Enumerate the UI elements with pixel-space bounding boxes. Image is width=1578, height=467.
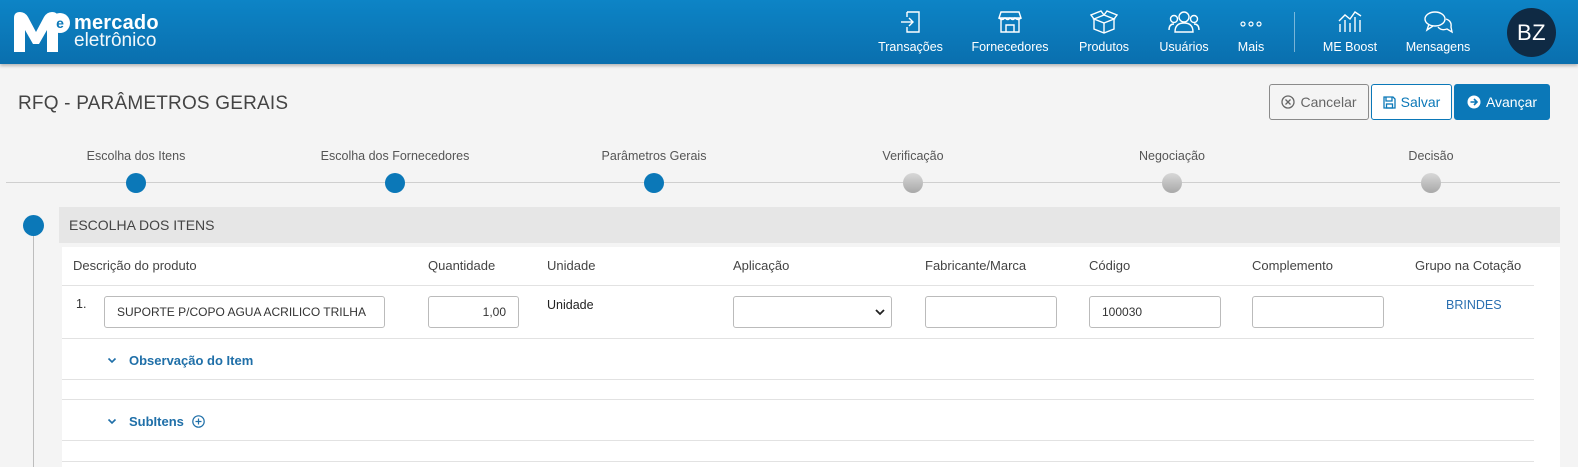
stepper-track [6, 182, 1560, 183]
col-header-quantidade: Quantidade [428, 258, 496, 273]
svg-text:e: e [56, 15, 64, 31]
section-title: ESCOLHA DOS ITENS [69, 217, 215, 233]
chevron-down-icon [107, 418, 117, 425]
logo-wordmark: mercado eletrônico [74, 13, 159, 51]
save-button[interactable]: Salvar [1371, 84, 1452, 120]
complement-input[interactable] [1252, 296, 1384, 328]
code-input[interactable]: 100030 [1089, 296, 1221, 328]
chevron-down-icon [107, 357, 117, 364]
nav-label: Transações [878, 40, 943, 54]
nav-mensagens[interactable]: Mensagens [1404, 0, 1472, 64]
nav-label: Mais [1237, 40, 1265, 54]
application-select[interactable] [733, 296, 892, 328]
step-dot-negociacao[interactable] [1162, 173, 1182, 193]
col-header-aplicacao: Aplicação [733, 258, 790, 273]
add-circle-icon[interactable] [192, 415, 205, 428]
step-label-escolha-fornecedores: Escolha dos Fornecedores [320, 149, 470, 163]
save-label: Salvar [1400, 94, 1441, 110]
nav-label: Fornecedores [971, 40, 1049, 54]
nav-transacoes[interactable]: Transações [878, 0, 943, 64]
observation-toggle[interactable]: Observação do Item [107, 353, 253, 368]
section-timeline-line [33, 225, 34, 467]
cancel-circle-icon [1281, 95, 1296, 109]
advance-button[interactable]: Avançar [1454, 84, 1550, 120]
nav-produtos[interactable]: Produtos [1075, 0, 1133, 64]
logo-mark-icon: e [12, 10, 70, 54]
step-dot-escolha-itens[interactable] [126, 173, 146, 193]
box-icon [1090, 10, 1118, 34]
step-label-escolha-itens: Escolha dos Itens [86, 149, 186, 163]
step-dot-parametros-gerais[interactable] [644, 173, 664, 193]
step-dot-decisao[interactable] [1421, 173, 1441, 193]
more-icon [1240, 21, 1262, 27]
quantity-input[interactable]: 1,00 [428, 296, 519, 328]
users-icon [1168, 11, 1200, 33]
col-header-unidade: Unidade [547, 258, 596, 273]
advance-label: Avançar [1485, 94, 1538, 110]
arrow-right-circle-icon [1467, 95, 1481, 109]
nav-usuarios[interactable]: Usuários [1155, 0, 1213, 64]
col-header-grupo: Grupo na Cotação [1415, 258, 1522, 273]
nav-mais[interactable]: Mais [1234, 0, 1268, 64]
item-row-divider [62, 338, 1534, 339]
nav-label: Produtos [1078, 40, 1130, 54]
step-dot-escolha-fornecedores[interactable] [385, 173, 405, 193]
page-title: RFQ - PARÂMETROS GERAIS [18, 93, 289, 114]
col-header-complemento: Complemento [1252, 258, 1333, 273]
mercado-eletronico-logo[interactable]: e mercado eletrônico [12, 10, 159, 54]
step-label-negociacao: Negociação [1138, 149, 1206, 163]
item-number: 1. [76, 297, 87, 311]
col-header-codigo: Código [1089, 258, 1131, 273]
items-table-panel [62, 247, 1560, 467]
transactions-icon [900, 11, 920, 33]
store-icon [998, 11, 1022, 33]
step-label-decisao: Decisão [1408, 149, 1454, 163]
col-header-fabricante: Fabricante/Marca [925, 258, 1027, 273]
nav-label: Mensagens [1405, 40, 1471, 54]
subitems-top-divider [62, 399, 1534, 400]
nav-fornecedores[interactable]: Fornecedores [970, 0, 1050, 64]
top-navigation-bar: e mercado eletrônico Transações Forneced… [0, 0, 1578, 64]
nav-label: Usuários [1159, 40, 1209, 54]
cancel-button[interactable]: Cancelar [1269, 84, 1369, 120]
step-label-parametros-gerais: Parâmetros Gerais [601, 149, 707, 163]
description-input[interactable]: SUPORTE P/COPO AGUA ACRILICO TRILHA [104, 296, 385, 328]
subitems-divider [62, 440, 1534, 441]
bottom-divider [62, 461, 1534, 462]
observation-divider [62, 379, 1534, 380]
unit-value: Unidade [547, 298, 594, 312]
user-avatar[interactable]: BZ [1507, 8, 1556, 57]
step-dot-verificacao[interactable] [903, 173, 923, 193]
floppy-disk-icon [1383, 95, 1396, 109]
subitems-label: SubItens [129, 414, 184, 429]
chart-icon [1338, 11, 1362, 32]
table-header-divider [62, 285, 1534, 286]
cancel-label: Cancelar [1300, 94, 1357, 110]
logo-line2: eletrônico [74, 30, 157, 51]
section-timeline-dot [23, 215, 44, 236]
group-link[interactable]: BRINDES [1446, 298, 1502, 312]
observation-label: Observação do Item [129, 353, 254, 368]
nav-divider [1294, 12, 1295, 52]
manufacturer-input[interactable] [925, 296, 1057, 328]
section-header: ESCOLHA DOS ITENS [59, 207, 1560, 243]
nav-me-boost[interactable]: ME Boost [1320, 0, 1380, 64]
chat-icon [1424, 11, 1453, 34]
chevron-down-icon [875, 309, 885, 316]
col-header-descricao: Descrição do produto [73, 258, 197, 273]
step-label-verificacao: Verificação [882, 149, 944, 163]
nav-label: ME Boost [1322, 40, 1378, 54]
subitems-toggle[interactable]: SubItens [107, 414, 205, 429]
